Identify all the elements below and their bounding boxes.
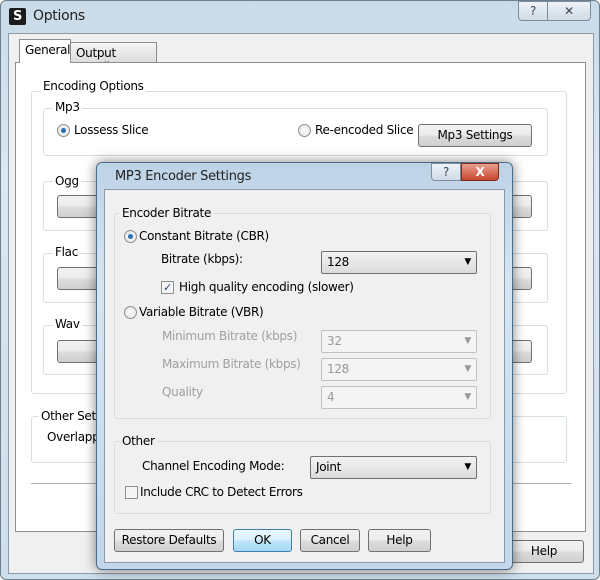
mp3-encoder-settings-dialog: MP3 Encoder Settings ? X Encoder Bitrate… [96,162,513,570]
restore-defaults-button[interactable]: Restore Defaults [114,529,224,552]
channel-mode-select[interactable]: Joint ▼ [310,456,477,479]
dialog-title: MP3 Encoder Settings [115,169,252,184]
app-logo-icon: S [9,8,26,25]
chevron-down-icon: ▼ [464,392,471,402]
bitrate-label: Bitrate (kbps): [161,252,243,266]
encoding-options-label: Encoding Options [41,79,146,93]
min-bitrate-value: 32 [327,334,342,348]
tab-general[interactable]: General [19,39,71,63]
vbr-radio[interactable] [124,306,137,319]
high-quality-label: High quality encoding (slower) [179,280,354,294]
vbr-label: Variable Bitrate (VBR) [139,305,264,319]
encoder-bitrate-label: Encoder Bitrate [120,206,214,220]
cbr-radio[interactable] [124,230,137,243]
cancel-button[interactable]: Cancel [300,529,360,552]
crc-label: Include CRC to Detect Errors [140,485,303,499]
chevron-down-icon: ▼ [464,336,471,346]
dialog-help-text-button[interactable]: Help [368,529,431,552]
chevron-down-icon: ▼ [464,462,471,472]
high-quality-checkbox[interactable]: ✓ [161,281,174,294]
channel-mode-label: Channel Encoding Mode: [142,459,285,473]
channel-mode-value: Joint [316,460,342,474]
max-bitrate-value: 128 [327,362,350,376]
other-label: Other [120,434,157,448]
wav-label: Wav [53,317,82,331]
chevron-down-icon: ▼ [464,257,471,267]
cbr-label: Constant Bitrate (CBR) [139,229,269,243]
bitrate-value: 128 [327,255,350,269]
dialog-close-button[interactable]: X [461,163,499,181]
max-bitrate-select[interactable]: 128 ▼ [321,358,477,381]
quality-label: Quality [162,385,203,399]
max-bitrate-label: Maximum Bitrate (kbps) [162,357,301,371]
bitrate-select[interactable]: 128 ▼ [321,251,477,274]
reencoded-slice-label: Re-encoded Slice [315,123,414,137]
help-caption-button[interactable]: ? [518,1,548,21]
chevron-down-icon: ▼ [464,364,471,374]
window-title: Options [33,8,85,24]
lossless-slice-radio[interactable] [57,124,70,137]
tab-output-details[interactable]: Output Details [70,42,157,74]
mp3-label: Mp3 [53,100,82,114]
quality-value: 4 [327,390,335,404]
crc-checkbox[interactable] [125,486,138,499]
ogg-label: Ogg [53,174,81,188]
mp3-settings-button[interactable]: Mp3 Settings [418,124,532,147]
min-bitrate-label: Minimum Bitrate (kbps) [162,329,298,343]
quality-select[interactable]: 4 ▼ [321,386,477,409]
lossless-slice-label: Lossess Slice [74,123,149,137]
reencoded-slice-radio[interactable] [298,124,311,137]
min-bitrate-select[interactable]: 32 ▼ [321,330,477,353]
options-help-button[interactable]: Help [504,540,584,563]
close-caption-button[interactable]: ✕ [547,1,591,21]
dialog-help-button[interactable]: ? [431,163,461,181]
ok-button[interactable]: OK [233,529,292,552]
flac-label: Flac [53,245,80,259]
